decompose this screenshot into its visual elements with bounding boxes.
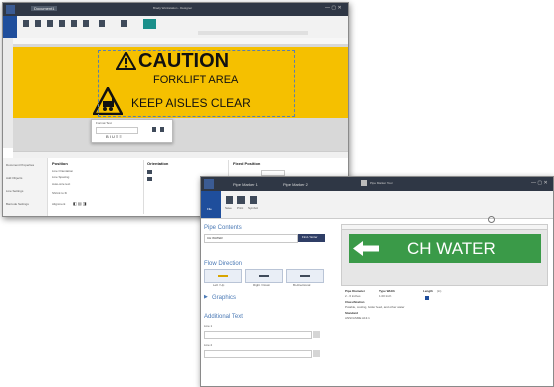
classification-label: Classification (345, 300, 365, 304)
ribbon-tool-icon[interactable] (71, 20, 77, 27)
classification-value: Potable, cooling, boiler feed, and other… (345, 305, 405, 309)
line-1-input[interactable] (204, 331, 312, 339)
orientation-icon[interactable] (147, 177, 152, 181)
text-format-popup[interactable]: Format Text B I U ≡ ≡ (91, 119, 173, 143)
graphics-label[interactable]: Graphics (212, 295, 236, 301)
pipe-marker-label: CH WATER (349, 234, 541, 263)
popup-label: Format Text (96, 121, 112, 125)
app-logo-icon (361, 180, 367, 186)
pipe-marker-tab-1[interactable]: Pipe Marker 1 (233, 182, 258, 187)
ribbon (3, 16, 348, 39)
font-select[interactable] (96, 127, 138, 134)
standard-value: ANSI/ASME A13.1 (345, 316, 370, 320)
ribbon-tool-icon[interactable] (47, 20, 53, 27)
title-bar: Pipe Marker 1 Pipe Marker 2 Pipe Marker … (201, 177, 553, 191)
flow-left-label: Left / Up (213, 283, 225, 287)
find-enter-button[interactable]: Find / Enter (298, 234, 325, 242)
symbol-icon[interactable] (250, 196, 257, 204)
flow-right-button[interactable] (245, 269, 283, 283)
app-home-icon[interactable] (6, 5, 15, 14)
alignment-label: Alignment (52, 202, 66, 206)
fixed-position-heading: Fixed Position (233, 161, 261, 166)
graphics-expander[interactable]: ▶ (204, 295, 208, 300)
app-home-icon[interactable] (204, 179, 214, 189)
save-label[interactable]: Save (225, 207, 232, 210)
sidebar-item-add-objects[interactable]: Add Objects (6, 177, 22, 180)
pipe-contents-label: Pipe Contents (204, 225, 242, 231)
line-2-add-button[interactable] (313, 350, 320, 357)
sidebar-item-document-properties[interactable]: Document Properties (6, 164, 34, 167)
orientation-options[interactable] (147, 170, 187, 184)
ribbon-tool-icon[interactable] (121, 20, 127, 27)
flow-left-button[interactable] (204, 269, 242, 283)
print-label[interactable]: Print (237, 207, 243, 210)
additional-text-label: Additional Text (204, 314, 243, 320)
flow-bidirectional-button[interactable] (286, 269, 324, 283)
sidebar-item-barcode-settings[interactable]: Barcode Settings (6, 203, 29, 206)
ribbon: File Save Print Symbol (201, 191, 553, 219)
marker-text: CH WATER (407, 239, 496, 258)
orientation-icon[interactable] (147, 170, 152, 174)
arrow-both-icon (300, 275, 310, 277)
pipe-contents-input[interactable]: CH WATER (204, 234, 298, 243)
file-button[interactable]: File (201, 191, 221, 218)
panel-divider (143, 160, 144, 214)
preview-area: CH WATER (341, 224, 548, 286)
type-width-label: Type Width (379, 289, 395, 293)
alignment-buttons[interactable]: ◧ ▤ ◨ (73, 202, 87, 206)
line-orientation-label: Line Orientation (52, 169, 74, 173)
shrink-fit-label[interactable]: Shrink to fit (52, 192, 67, 195)
pipe-marker-tab-2[interactable]: Pipe Marker 2 (283, 182, 308, 187)
line-1-add-button[interactable] (313, 331, 320, 338)
type-width-value: 1.00 Inch (379, 294, 392, 298)
arrow-left-icon (353, 241, 379, 256)
flow-bidirectional-label: Bi-directional (293, 283, 311, 287)
flow-right-label: Right / Down (253, 283, 271, 287)
sidebar-item-line-settings[interactable]: Line Settings (6, 190, 23, 193)
ribbon-tool-icon[interactable] (99, 20, 105, 27)
font-color-icon[interactable] (160, 127, 164, 132)
arrow-right-icon (259, 275, 269, 277)
zoom-search-icon[interactable] (488, 216, 495, 223)
window-controls[interactable]: — ▢ ✕ (531, 181, 548, 186)
auto-size-label[interactable]: Auto-size text (52, 183, 70, 186)
symbol-label[interactable]: Symbol (248, 207, 258, 210)
ribbon-tool-icon[interactable] (35, 20, 41, 27)
standard-label: Standard (345, 311, 359, 315)
caution-sign[interactable]: CAUTION FORKLIFT AREA KEEP AISLES CLEAR (13, 47, 348, 118)
ribbon-tool-icon[interactable] (83, 20, 89, 27)
line-2-label: Line 2 (204, 343, 213, 347)
length-unit: (in) (437, 289, 442, 293)
properties-sidebar: Document Properties Add Objects Line Set… (3, 158, 48, 216)
arrow-left-icon (218, 275, 228, 277)
position-heading: Position (52, 161, 68, 166)
title-bar: Document1 Brady Workstation - Designer —… (3, 3, 348, 16)
zoom-bar[interactable] (198, 31, 308, 35)
ribbon-tool-icon[interactable] (59, 20, 65, 27)
length-label: Length (423, 289, 433, 293)
file-button[interactable] (3, 16, 17, 38)
save-icon[interactable] (226, 196, 233, 204)
text-style-buttons[interactable]: B I U ≡ ≡ (106, 135, 122, 139)
window-title: Brady Workstation - Designer (153, 6, 193, 10)
preview-ruler (342, 225, 547, 230)
line-spacing-label: Line Spacing (52, 175, 70, 179)
document-tab[interactable]: Document1 (31, 6, 58, 11)
font-size-icon[interactable] (152, 127, 156, 132)
orientation-heading: Orientation (147, 161, 169, 166)
pipe-diameter-label: Pipe Diameter (345, 289, 366, 293)
print-icon[interactable] (237, 196, 245, 204)
ribbon-tool-icon[interactable] (23, 20, 29, 27)
line-2-input[interactable] (204, 350, 312, 358)
pipe-marker-window: Pipe Marker 1 Pipe Marker 2 Pipe Marker … (200, 176, 554, 387)
selection-frame (98, 50, 295, 117)
window-controls[interactable]: — ▢ ✕ (325, 6, 342, 11)
window-title: Pipe Marker Tool (370, 181, 393, 185)
flow-direction-label: Flow Direction (204, 261, 243, 267)
line-1-label: Line 1 (204, 324, 213, 328)
active-tool-icon[interactable] (143, 19, 156, 29)
length-indicator (425, 296, 429, 300)
pipe-diameter-value: 2 - 6 inches (345, 294, 361, 298)
